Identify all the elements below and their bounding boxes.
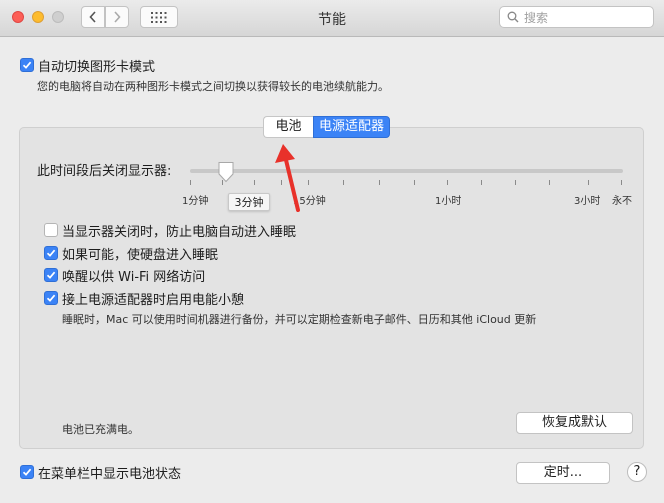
slider-value-tooltip: 3分钟: [228, 193, 270, 211]
show-menu-bar-label: 在菜单栏中显示电池状态: [38, 467, 182, 482]
disk-sleep-checkbox[interactable]: [44, 246, 58, 260]
tab-power-adapter[interactable]: 电源适配器: [313, 116, 390, 138]
tick-label-3hour: 3小时: [574, 196, 601, 207]
slider-tick: [549, 180, 550, 185]
restore-defaults-button[interactable]: 恢复成默认: [516, 412, 633, 434]
checkmark-icon: [46, 271, 56, 279]
slider-tick: [190, 180, 191, 185]
checkmark-icon: [22, 61, 32, 69]
show-menu-bar-checkbox[interactable]: [20, 465, 34, 479]
auto-switch-checkbox[interactable]: [20, 58, 34, 72]
checkmark-icon: [22, 468, 32, 476]
slider-tick: [481, 180, 482, 185]
slider-tick: [588, 180, 589, 185]
display-sleep-slider-track[interactable]: [190, 169, 623, 173]
auto-switch-description: 您的电脑将自动在两种图形卡模式之间切换以获得较长的电池续航能力。: [37, 80, 389, 93]
title-bar: 节能: [0, 0, 664, 37]
auto-switch-label: 自动切换图形卡模式: [38, 60, 156, 75]
power-source-tabs: 电池 电源适配器: [263, 116, 390, 138]
display-sleep-slider-knob[interactable]: [217, 161, 235, 183]
search-field[interactable]: [499, 6, 654, 28]
slider-tick: [254, 180, 255, 185]
display-sleep-label: 此时间段后关闭显示器:: [37, 164, 172, 179]
tick-label-1min: 1分钟: [182, 196, 209, 207]
tick-label-never: 永不: [612, 196, 632, 207]
slider-tick: [515, 180, 516, 185]
slider-tick: [414, 180, 415, 185]
power-nap-label: 接上电源适配器时启用电能小憩: [62, 293, 245, 308]
slider-tick: [621, 180, 622, 185]
checkmark-icon: [46, 294, 56, 302]
disk-sleep-label: 如果可能，使硬盘进入睡眠: [62, 248, 219, 263]
checkmark-icon: [46, 249, 56, 257]
slider-tick: [447, 180, 448, 185]
slider-tick: [343, 180, 344, 185]
power-nap-checkbox[interactable]: [44, 291, 58, 305]
help-button[interactable]: ?: [627, 462, 647, 482]
tick-label-1hour: 1小时: [435, 196, 462, 207]
annotation-arrow-icon: [275, 144, 300, 212]
prevent-sleep-checkbox[interactable]: [44, 223, 58, 237]
slider-tick: [379, 180, 380, 185]
search-input[interactable]: [522, 9, 651, 27]
search-icon: [507, 11, 519, 23]
battery-status-text: 电池已充满电。: [62, 423, 139, 436]
tab-battery[interactable]: 电池: [263, 116, 313, 138]
wifi-wake-label: 唤醒以供 Wi-Fi 网络访问: [62, 270, 206, 285]
prevent-sleep-label: 当显示器关闭时，防止电脑自动进入睡眠: [62, 225, 297, 240]
wifi-wake-checkbox[interactable]: [44, 268, 58, 282]
schedule-button[interactable]: 定时...: [516, 462, 610, 484]
power-nap-description: 睡眠时，Mac 可以使用时间机器进行备份，并可以定期检查新电子邮件、日历和其他 …: [62, 313, 537, 326]
